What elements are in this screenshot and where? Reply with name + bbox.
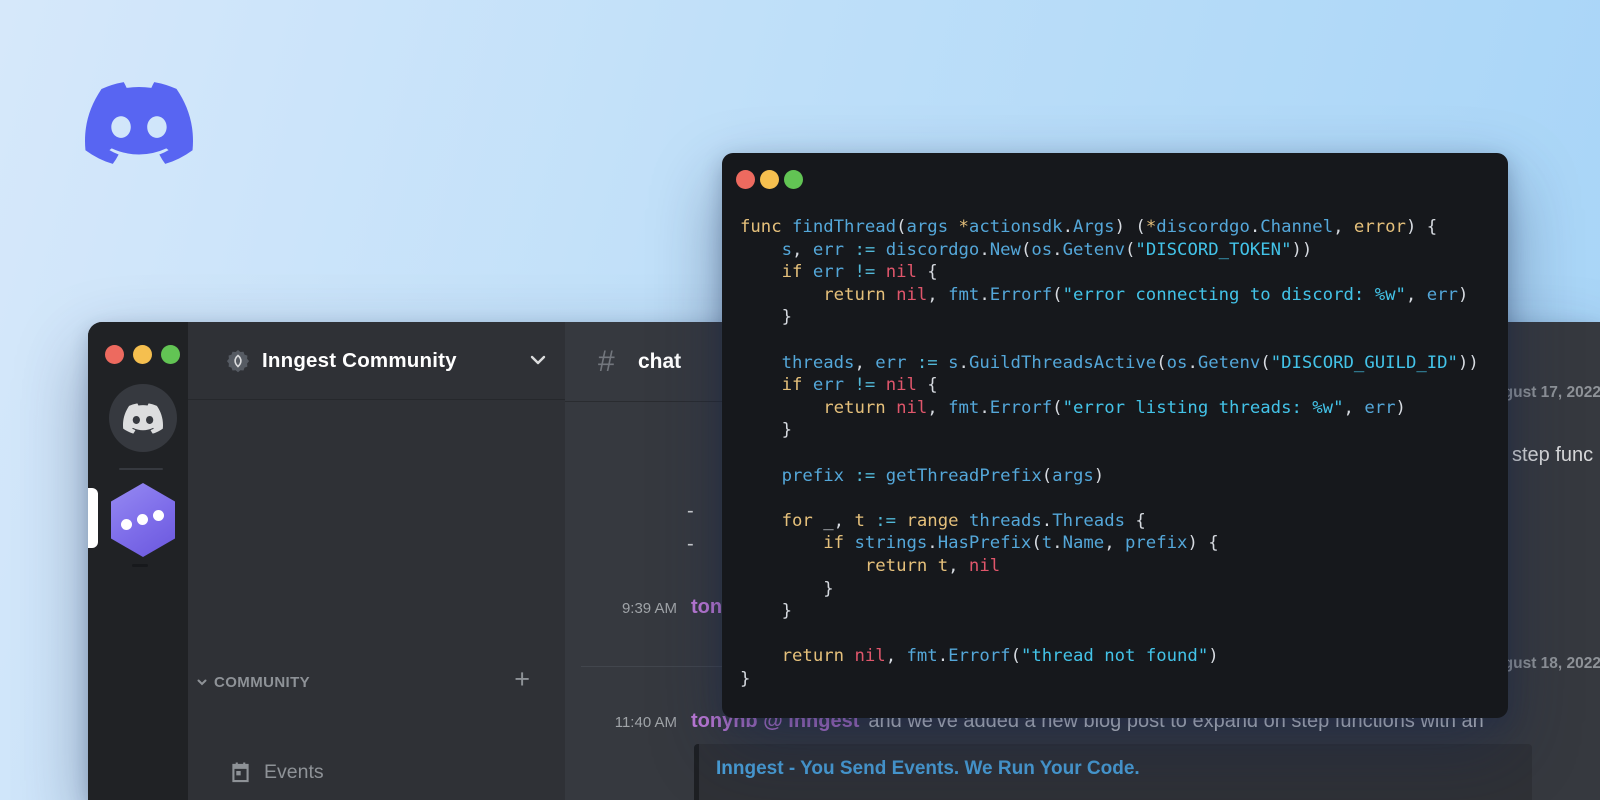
code-line: return nil, fmt.Errorf("thread not found… [781, 646, 1219, 667]
code-line: threads, err := s.GuildThreadsActive(os.… [781, 352, 1479, 373]
next-server-hint [132, 564, 148, 567]
page-background: { "colors": { "blurple": "#5865F2", "tra… [0, 0, 1600, 800]
message-text-fragment: step func [1512, 444, 1594, 466]
code-line: return nil, fmt.Errorf("error connecting… [823, 284, 1469, 305]
hash-icon: # [598, 344, 615, 378]
code-line: if err != nil { [781, 375, 938, 396]
code-line: } [740, 420, 793, 441]
code-line: } [740, 578, 834, 599]
rail-divider [119, 468, 163, 470]
calendar-icon [228, 760, 252, 784]
minimize-button[interactable] [760, 170, 779, 189]
code-line: } [740, 668, 751, 689]
chevron-down-icon [197, 679, 207, 686]
active-server-pill [88, 488, 98, 548]
channel-label: Events [264, 760, 324, 783]
code-line: if strings.HasPrefix(t.Name, prefix) { [823, 533, 1219, 554]
message-timestamp: 9:39 AM [621, 600, 677, 617]
add-channel-button[interactable]: + [514, 666, 530, 693]
close-button[interactable] [105, 345, 124, 364]
category-community[interactable]: COMMUNITY + [196, 666, 558, 694]
code-line: for _, t := range threads.Threads { [781, 510, 1146, 531]
message-timestamp: 11:40 AM [614, 714, 677, 731]
message-bullet: - [687, 533, 694, 555]
link-embed: Inngest - You Send Events. We Run Your C… [694, 744, 1532, 800]
code-block: func findThread(args *actionsdk.Args) (*… [740, 216, 1508, 690]
code-line: return t, nil [864, 555, 1001, 576]
code-line: } [740, 307, 793, 328]
zoom-button[interactable] [161, 345, 180, 364]
server-badge-icon [226, 349, 250, 372]
discord-logo-icon [123, 402, 163, 434]
code-editor-window: func findThread(args *actionsdk.Args) (*… [722, 153, 1508, 718]
close-button[interactable] [736, 170, 755, 189]
zoom-button[interactable] [784, 170, 803, 189]
channel-title: chat [638, 349, 682, 373]
embed-title-link[interactable]: Inngest - You Send Events. We Run Your C… [716, 758, 1140, 780]
inngest-ellipsis-icon [119, 510, 167, 530]
code-line: return nil, fmt.Errorf("error listing th… [823, 397, 1406, 418]
code-line: func findThread(args *actionsdk.Args) (*… [740, 217, 1438, 237]
server-rail [88, 322, 188, 800]
inngest-server-button[interactable] [111, 483, 175, 557]
code-line: prefix := getThreadPrefix(args) [781, 465, 1105, 486]
server-header[interactable]: Inngest Community [188, 322, 565, 400]
server-name: Inngest Community [262, 348, 457, 372]
channel-sidebar: Inngest Community Events readme [188, 322, 565, 800]
minimize-button[interactable] [133, 345, 152, 364]
code-line: } [740, 601, 793, 622]
code-line: s, err := discordgo.New(os.Getenv("DISCO… [781, 239, 1313, 260]
code-line: if err != nil { [781, 262, 938, 283]
discord-home-button[interactable] [109, 384, 177, 452]
category-label: COMMUNITY [214, 673, 311, 691]
message-bullet: - [687, 500, 694, 522]
discord-logo-icon [85, 82, 193, 164]
sidebar-item-events[interactable]: Events [188, 756, 565, 788]
chevron-down-icon [530, 355, 546, 365]
